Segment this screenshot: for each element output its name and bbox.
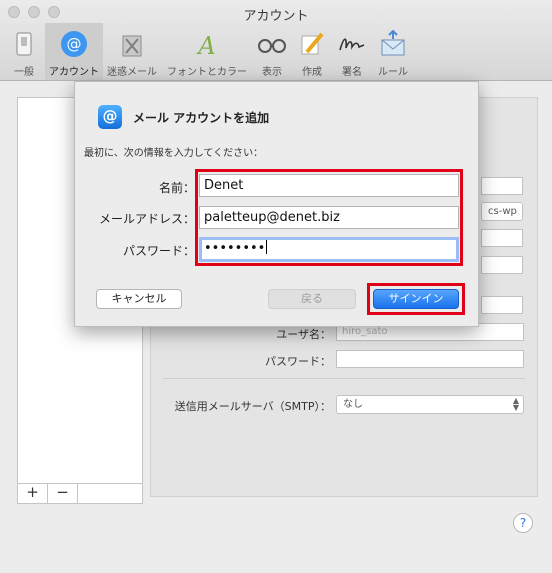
account-field[interactable] (481, 229, 523, 247)
username-label: ユーザ名： (276, 328, 331, 341)
add-account-sheet: @ メール アカウントを追加 最初に、次の情報を入力してください： 名前： De… (74, 81, 479, 327)
name-input[interactable]: Denet (199, 174, 459, 197)
sheet-title: メール アカウントを追加 (133, 111, 270, 125)
password-value: •••••••• (204, 241, 266, 256)
trash-bin-icon (122, 35, 142, 57)
toolbar-item-view[interactable]: 表示 (253, 23, 291, 80)
password-field[interactable] (336, 350, 524, 368)
toolbar-item-junk[interactable]: 迷惑メール (103, 23, 161, 80)
toolbar-label: 作成 (302, 67, 322, 78)
smtp-label: 送信用メールサーバ（SMTP）： (174, 400, 331, 413)
password-input[interactable]: •••••••• (199, 237, 459, 262)
toolbar-label: 表示 (262, 67, 282, 78)
toolbar-item-rules[interactable]: ルール (373, 23, 413, 80)
toolbar-item-fonts-colors[interactable]: A フォントとカラー (161, 23, 253, 80)
sign-in-button[interactable]: サインイン (373, 289, 459, 309)
smtp-select[interactable]: なし ▲ ▼ (336, 395, 524, 414)
font-a-icon: A (196, 32, 215, 58)
password-label: パスワード： (265, 355, 331, 368)
cancel-button[interactable]: キャンセル (96, 289, 182, 309)
svg-text:@: @ (67, 35, 82, 53)
toolbar-item-general[interactable]: 一般 (3, 23, 45, 80)
toolbar-label: 迷惑メール (107, 67, 157, 78)
toolbar-label: アカウント (49, 67, 99, 78)
chevron-up-down-icon: ▲ ▼ (512, 396, 519, 412)
toolbar-label: ルール (378, 67, 408, 78)
toolbar-label: 署名 (342, 67, 362, 78)
name-label: 名前： (158, 181, 195, 195)
window-title: アカウント (243, 9, 309, 24)
pencil-icon (301, 32, 324, 55)
remove-account-button[interactable]: − (48, 484, 78, 503)
toolbar-label: 一般 (14, 67, 34, 78)
account-field[interactable] (481, 256, 523, 274)
account-field[interactable] (481, 177, 523, 195)
text-caret (266, 240, 268, 254)
email-label: メールアドレス： (98, 212, 195, 226)
divider (163, 378, 525, 379)
toolbar-item-compose[interactable]: 作成 (293, 23, 331, 80)
account-select[interactable]: cs-wp (481, 202, 523, 221)
sheet-description: 最初に、次の情報を入力してください： (84, 148, 264, 159)
window-titlebar: アカウント 一般 @ アカウント 迷惑メール A フォントとカラー 表示 作成 … (0, 0, 552, 81)
help-button[interactable]: ? (513, 513, 533, 533)
signature-icon (339, 38, 365, 51)
account-list-buttons: + − (17, 483, 143, 504)
add-account-button[interactable]: + (18, 484, 48, 503)
email-input[interactable]: paletteup@denet.biz (199, 206, 459, 229)
password-label: パスワード： (122, 244, 195, 258)
account-field[interactable] (481, 296, 523, 314)
smtp-select-value: なし (343, 399, 363, 410)
at-sign-icon: @ (98, 105, 122, 129)
svg-text:A: A (196, 32, 215, 58)
toolbar-item-signatures[interactable]: 署名 (333, 23, 371, 80)
switch-icon (16, 32, 32, 56)
envelope-rules-icon (381, 30, 405, 56)
glasses-icon (258, 39, 286, 53)
toolbar-label: フォントとカラー (167, 67, 247, 78)
at-sign-icon: @ (61, 31, 87, 57)
account-select-value: cs-wp (488, 206, 517, 217)
back-button[interactable]: 戻る (268, 289, 356, 309)
toolbar-item-accounts[interactable]: @ アカウント (45, 23, 103, 80)
